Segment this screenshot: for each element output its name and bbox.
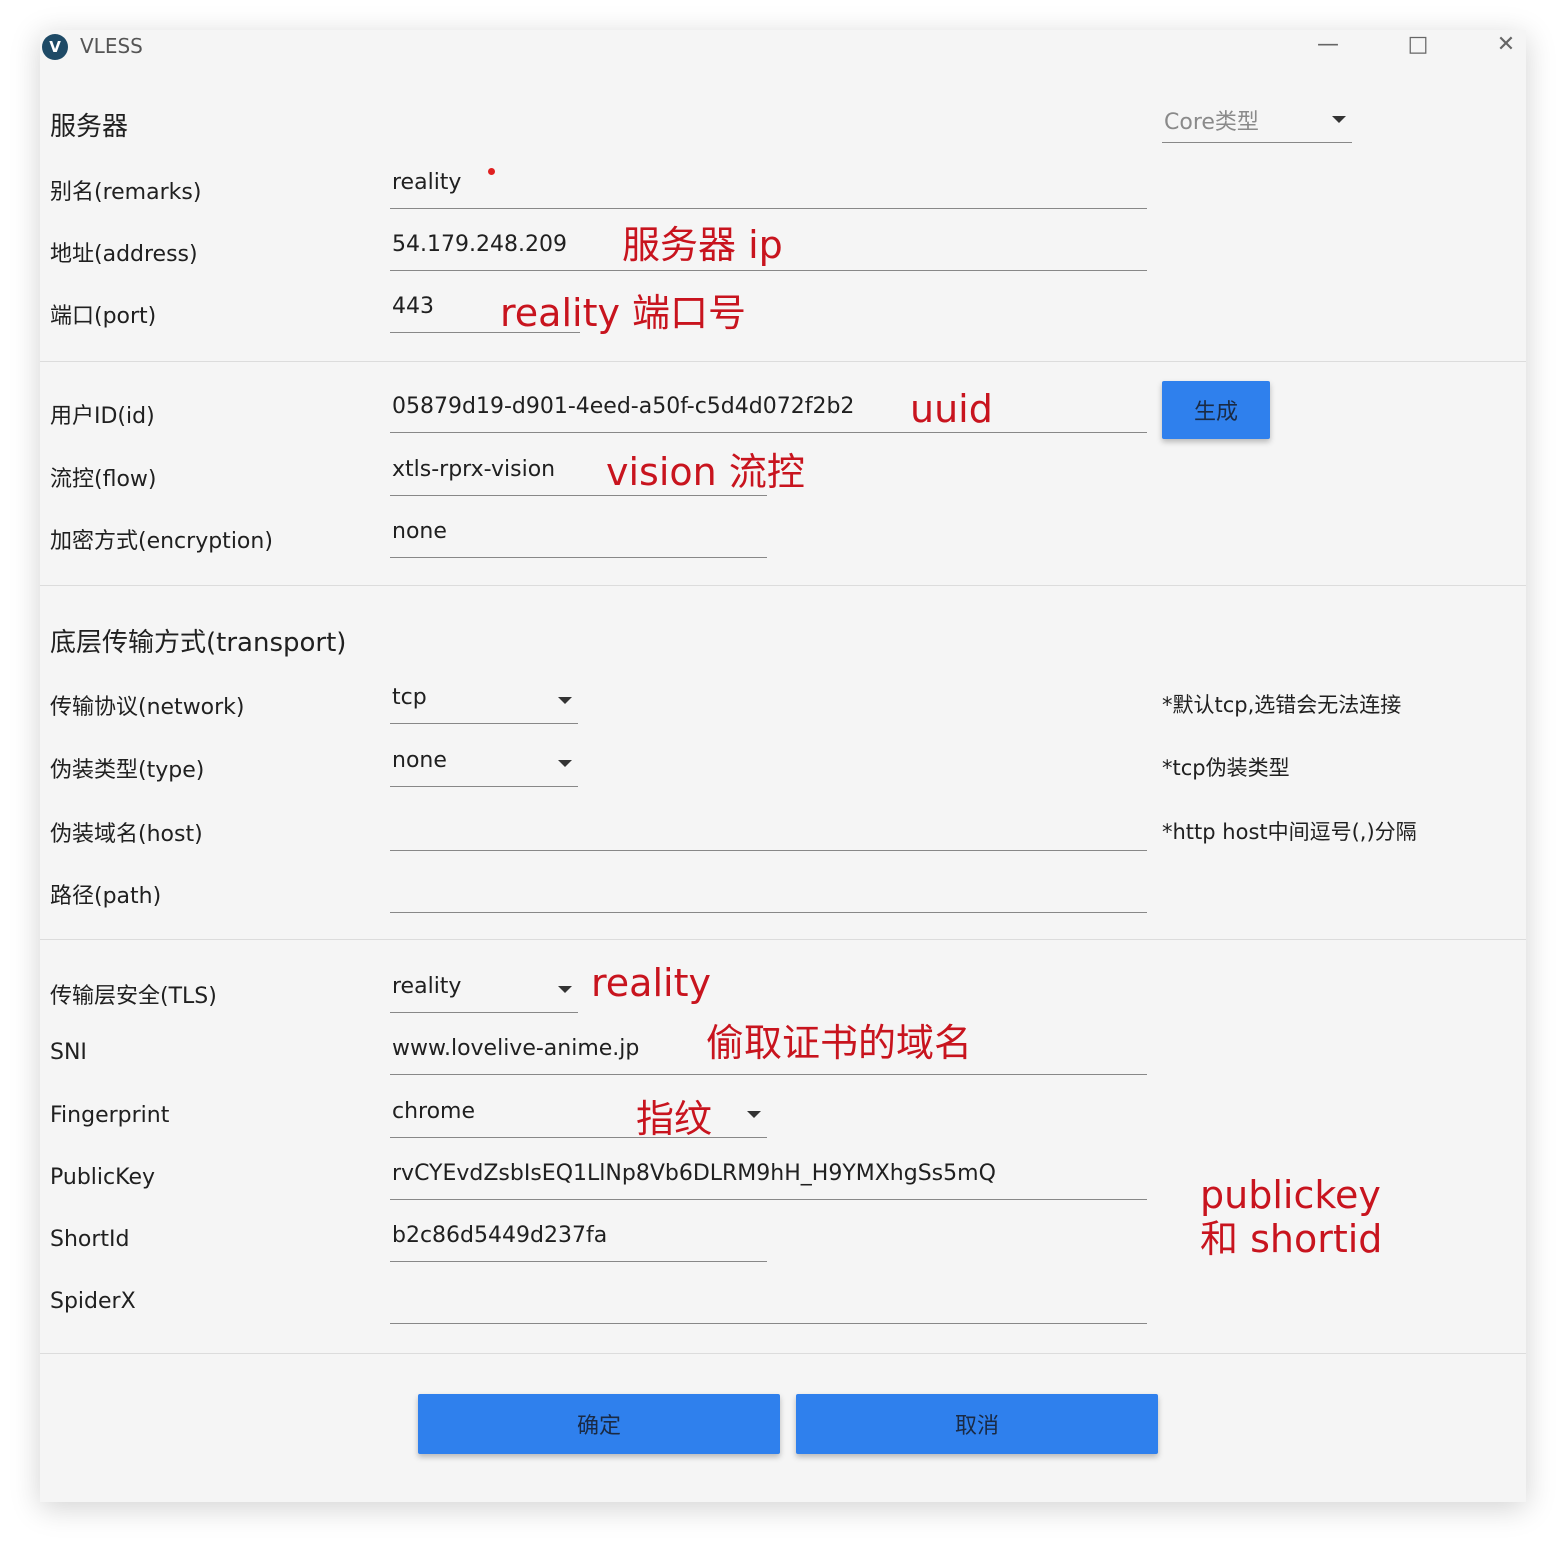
host-label: 伪装域名(host) [50,822,203,847]
maximize-icon[interactable]: □ [1398,30,1438,62]
path-input[interactable] [390,874,1147,913]
chevron-down-icon [558,760,572,767]
chevron-down-icon [558,697,572,704]
chevron-down-icon [1332,116,1346,123]
annotation-port: reality 端口号 [500,291,747,335]
host-input[interactable] [390,812,1147,851]
user-id-input[interactable]: 05879d19-d901-4eed-a50f-c5d4d072f2b2 [390,394,1147,433]
annotation-sni: 偷取证书的域名 [706,1021,973,1065]
spiderx-input[interactable] [390,1285,1147,1324]
shortid-value: b2c86d5449d237fa [392,1223,608,1248]
generate-button[interactable]: 生成 [1162,381,1270,439]
encryption-input[interactable]: none [390,519,767,558]
network-label: 传输协议(network) [50,695,245,720]
vless-config-window: V VLESS — □ ✕ 服务器 Core类型 别名(remarks) rea… [40,30,1526,1502]
network-select[interactable]: tcp [390,685,578,724]
flow-value: xtls-rprx-vision [392,457,556,482]
annotation-keys-line1: publickey [1200,1173,1381,1217]
spiderx-label: SpiderX [50,1289,136,1314]
core-type-select[interactable]: Core类型 [1162,104,1352,143]
annotation-keys-line2: 和 shortid [1200,1217,1383,1261]
type-hint: *tcp伪装类型 [1162,756,1290,780]
chevron-down-icon [747,1111,761,1118]
tls-select[interactable]: reality [390,974,578,1013]
address-label: 地址(address) [50,242,198,267]
annotation-uuid: uuid [910,387,993,431]
window-title: VLESS [80,34,143,58]
ok-button[interactable]: 确定 [418,1394,780,1454]
annotation-flow: vision 流控 [606,450,805,494]
sni-label: SNI [50,1040,87,1065]
user-id-value: 05879d19-d901-4eed-a50f-c5d4d072f2b2 [392,394,855,419]
transport-heading: 底层传输方式(transport) [50,628,347,658]
network-hint: *默认tcp,选错会无法连接 [1162,693,1402,717]
tls-value: reality [392,974,462,999]
encryption-value: none [392,519,447,544]
publickey-value: rvCYEvdZsbIsEQ1LlNp8Vb6DLRM9hH_H9YMXhgSs… [392,1161,996,1186]
annotation-security: reality [591,961,711,1005]
flow-label: 流控(flow) [50,467,157,492]
encryption-label: 加密方式(encryption) [50,529,273,554]
close-icon[interactable]: ✕ [1486,30,1526,62]
remarks-label: 别名(remarks) [50,180,202,205]
publickey-input[interactable]: rvCYEvdZsbIsEQ1LlNp8Vb6DLRM9hH_H9YMXhgSs… [390,1161,1147,1200]
chevron-down-icon [558,986,572,993]
required-indicator [488,168,495,175]
publickey-label: PublicKey [50,1165,155,1190]
cancel-button[interactable]: 取消 [796,1394,1158,1454]
title-bar: V VLESS — □ ✕ [40,30,1526,70]
section-divider [40,361,1526,362]
host-hint: *http host中间逗号(,)分隔 [1162,820,1417,844]
section-divider [40,1353,1526,1354]
type-label: 伪装类型(type) [50,758,205,783]
shortid-label: ShortId [50,1227,130,1252]
remarks-value: reality [392,170,462,195]
network-value: tcp [392,685,427,710]
v2rayn-app-icon: V [42,34,68,60]
section-divider [40,585,1526,586]
tls-label: 传输层安全(TLS) [50,984,217,1009]
type-value: none [392,748,447,773]
remarks-input[interactable]: reality [390,170,1147,209]
server-heading: 服务器 [50,112,129,142]
minimize-icon[interactable]: — [1308,30,1348,62]
core-type-placeholder: Core类型 [1164,110,1259,135]
port-label: 端口(port) [50,304,157,329]
path-label: 路径(path) [50,884,162,909]
fingerprint-label: Fingerprint [50,1103,170,1128]
annotation-fingerprint: 指纹 [636,1097,713,1141]
annotation-server-ip: 服务器 ip [622,223,783,267]
type-select[interactable]: none [390,748,578,787]
user-id-label: 用户ID(id) [50,404,155,429]
section-divider [40,939,1526,940]
sni-value: www.lovelive-anime.jp [392,1036,640,1061]
shortid-input[interactable]: b2c86d5449d237fa [390,1223,767,1262]
fingerprint-value: chrome [392,1099,476,1124]
address-value: 54.179.248.209 [392,232,567,257]
port-value: 443 [392,294,434,319]
